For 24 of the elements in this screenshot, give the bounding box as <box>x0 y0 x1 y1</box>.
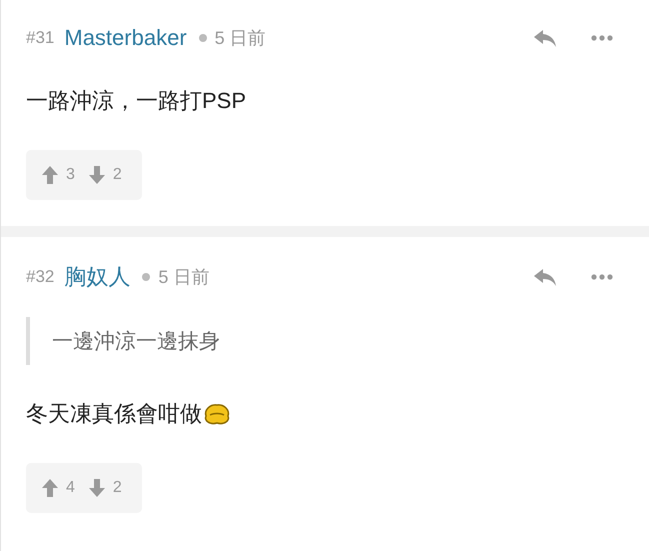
down-arrow-icon <box>88 479 105 497</box>
upvote-button[interactable]: 3 <box>40 166 83 184</box>
author-name[interactable]: Masterbaker <box>64 25 187 51</box>
up-arrow-icon <box>42 479 58 497</box>
downvote-button[interactable]: 2 <box>86 479 130 497</box>
post-number: #31 <box>26 28 54 48</box>
upvote-button[interactable]: 4 <box>40 479 83 497</box>
reply-icon[interactable] <box>533 267 557 287</box>
post-number: #32 <box>26 267 54 287</box>
more-icon[interactable] <box>591 274 613 280</box>
downvote-button[interactable]: 2 <box>86 166 130 184</box>
reply-icon[interactable] <box>533 28 557 48</box>
separator-dot <box>142 273 150 281</box>
separator-dot <box>198 34 207 42</box>
post-time: 5 日前 <box>214 27 266 50</box>
up-arrow-icon <box>42 166 58 184</box>
more-icon[interactable] <box>591 35 613 41</box>
sticker-icon <box>202 402 232 426</box>
comment-text: 冬天凍真係會咁做 <box>26 400 202 428</box>
quote-block: 一邊沖涼一邊抹身 <box>26 317 623 365</box>
comment-text: 一路沖涼，一路打PSP <box>26 87 246 115</box>
down-arrow-icon <box>88 166 105 184</box>
author-name[interactable]: 胸奴人 <box>64 262 130 292</box>
post-time: 5 日前 <box>158 266 210 289</box>
